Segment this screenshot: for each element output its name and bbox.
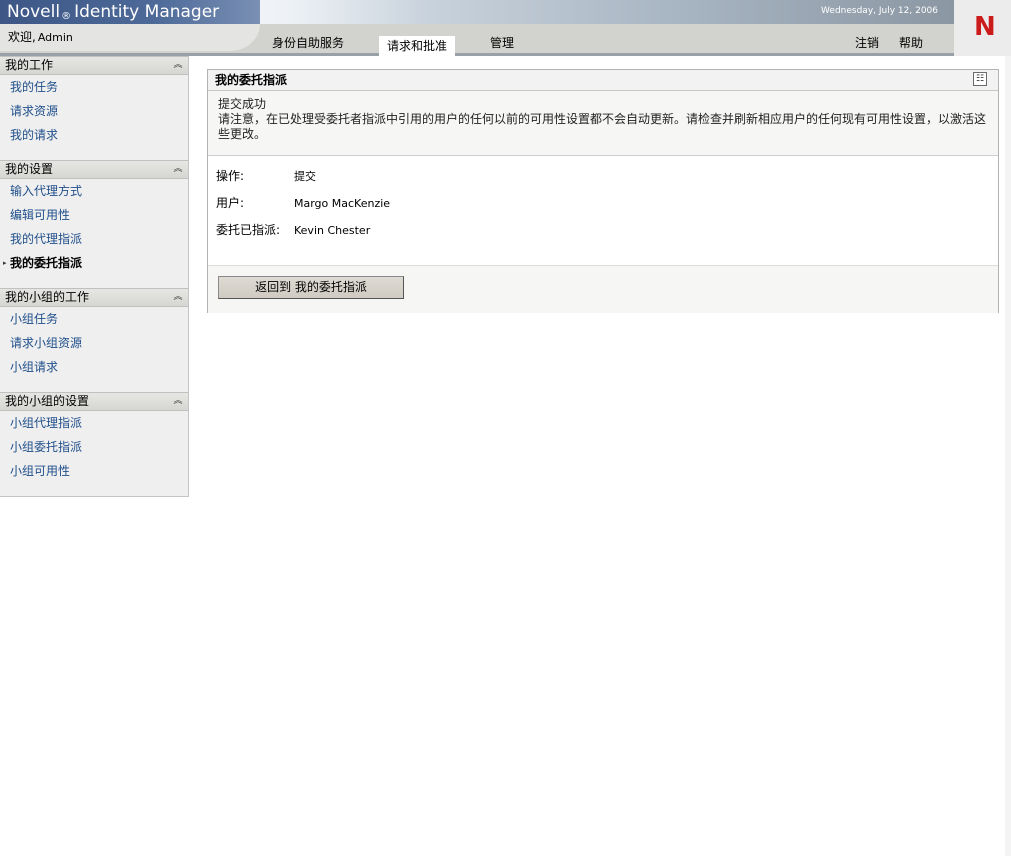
sidebar-item-my-tasks[interactable]: 我的任务	[0, 75, 188, 99]
tab-administration[interactable]: 管理	[490, 34, 514, 51]
back-to-my-delegate-assignments-button[interactable]: 返回到 我的委托指派	[218, 276, 404, 299]
welcome-label: 欢迎,	[8, 30, 36, 44]
novell-logo: N	[954, 0, 1011, 56]
current-date: Wednesday, July 12, 2006	[821, 6, 938, 16]
field-value: Kevin Chester	[294, 224, 371, 237]
sidebar-item-edit-availability[interactable]: 编辑可用性	[0, 203, 188, 227]
panel-options-icon[interactable]: ☷	[973, 72, 987, 86]
sidebar-item-team-delegate-assignments[interactable]: 小组委托指派	[0, 435, 188, 459]
sidebar-section-team-work: 我的小组的工作 ︽ 小组任务 请求小组资源 小组请求	[0, 288, 188, 379]
welcome-area: 欢迎, Admin	[0, 24, 260, 51]
sidebar-item-my-delegate-assignments[interactable]: ▸ 我的委托指派	[0, 251, 188, 275]
tab-identity-self-service[interactable]: 身份自助服务	[272, 34, 344, 51]
sidebar-item-team-proxy-assignments[interactable]: 小组代理指派	[0, 411, 188, 435]
section-header: 我的小组的工作 ︽	[0, 288, 188, 307]
tab-requests-approvals[interactable]: 请求和批准	[379, 36, 456, 56]
banner: Novell® Identity Manager Wednesday, July …	[0, 0, 954, 24]
section-header: 我的设置 ︽	[0, 160, 188, 179]
logout-link[interactable]: 注销	[855, 34, 879, 51]
message-title: 提交成功	[218, 97, 267, 111]
welcome-text: 欢迎, Admin	[8, 28, 73, 45]
section-title: 我的小组的工作	[5, 290, 90, 304]
field-row-action: 操作: 提交	[216, 167, 316, 184]
delegate-assignment-panel: 我的委托指派 ☷ 提交成功 请注意，在已处理受委托者指派中引用的用户的任何以前的…	[207, 69, 999, 313]
sidebar-section-my-work: 我的工作 ︽ 我的任务 请求资源 我的请求	[0, 56, 188, 147]
sidebar-item-team-tasks[interactable]: 小组任务	[0, 307, 188, 331]
section-title: 我的设置	[5, 162, 54, 176]
message-body: 请注意，在已处理受委托者指派中引用的用户的任何以前的可用性设置都不会自动更新。请…	[218, 112, 987, 141]
success-message: 提交成功 请注意，在已处理受委托者指派中引用的用户的任何以前的可用性设置都不会自…	[208, 91, 998, 156]
help-link[interactable]: 帮助	[899, 34, 923, 51]
field-value: Margo MacKenzie	[294, 197, 391, 210]
panel-title: 我的委托指派	[215, 73, 288, 87]
field-row-user: 用户: Margo MacKenzie	[216, 194, 390, 211]
sidebar-item-label: 我的委托指派	[10, 256, 83, 270]
sidebar-item-team-requests[interactable]: 小组请求	[0, 355, 188, 379]
collapse-up-icon[interactable]: ︽	[172, 59, 184, 71]
collapse-up-icon[interactable]: ︽	[172, 163, 184, 175]
section-title: 我的工作	[5, 58, 54, 72]
sidebar: 我的工作 ︽ 我的任务 请求资源 我的请求 我的设置 ︽ 输入代理方式 编辑可用…	[0, 56, 189, 497]
product-title: Novell® Identity Manager	[0, 0, 260, 24]
field-row-delegate: 委托已指派: Kevin Chester	[216, 221, 370, 238]
section-title: 我的小组的设置	[5, 394, 90, 408]
right-gutter	[1005, 56, 1011, 856]
sidebar-item-team-availability[interactable]: 小组可用性	[0, 459, 188, 483]
sidebar-item-my-requests[interactable]: 我的请求	[0, 123, 188, 147]
panel-header: 我的委托指派 ☷	[208, 70, 998, 91]
sidebar-item-my-proxy-assignments[interactable]: 我的代理指派	[0, 227, 188, 251]
field-label: 操作:	[216, 169, 245, 183]
collapse-up-icon[interactable]: ︽	[172, 291, 184, 303]
collapse-up-icon[interactable]: ︽	[172, 395, 184, 407]
section-header: 我的工作 ︽	[0, 56, 188, 75]
field-value: 提交	[294, 170, 316, 183]
sidebar-item-request-resources[interactable]: 请求资源	[0, 99, 188, 123]
product-name: Identity Manager	[74, 2, 220, 22]
sidebar-section-my-settings: 我的设置 ︽ 输入代理方式 编辑可用性 我的代理指派 ▸ 我的委托指派	[0, 160, 188, 275]
novell-n-icon: N	[974, 12, 996, 42]
sidebar-item-request-team-resources[interactable]: 请求小组资源	[0, 331, 188, 355]
registered-mark: ®	[61, 11, 72, 22]
nav-bar: 欢迎, Admin 身份自助服务 请求和批准 管理 注销 帮助	[0, 24, 954, 56]
field-label: 用户:	[216, 196, 245, 210]
field-label: 委托已指派:	[216, 223, 281, 237]
current-marker-icon: ▸	[3, 259, 7, 267]
section-header: 我的小组的设置 ︽	[0, 392, 188, 411]
app-header: Novell® Identity Manager Wednesday, July …	[0, 0, 1011, 56]
sidebar-section-team-settings: 我的小组的设置 ︽ 小组代理指派 小组委托指派 小组可用性	[0, 392, 188, 483]
user-name: Admin	[37, 31, 73, 44]
brand-name: Novell	[7, 2, 61, 22]
panel-actions: 返回到 我的委托指派	[208, 265, 998, 313]
sidebar-item-enter-proxy-mode[interactable]: 输入代理方式	[0, 179, 188, 203]
